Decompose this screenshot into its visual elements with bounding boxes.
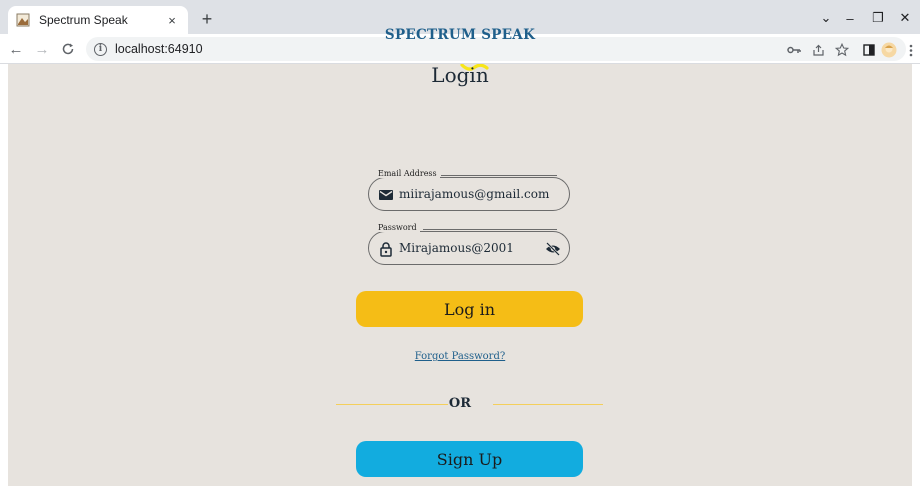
bookmark-star-icon[interactable] bbox=[834, 42, 850, 58]
email-label: Email Address bbox=[375, 169, 440, 178]
url-text: localhost:64910 bbox=[115, 42, 203, 56]
login-button[interactable]: Log in bbox=[356, 291, 583, 327]
share-icon[interactable] bbox=[810, 42, 826, 58]
close-window-button[interactable]: ✕ bbox=[895, 8, 915, 28]
email-label-line bbox=[441, 175, 557, 176]
forgot-password-link[interactable]: Forgot Password? bbox=[0, 351, 920, 362]
brand-name: SPECTRUM SPEAK bbox=[384, 27, 536, 43]
key-icon[interactable] bbox=[786, 42, 802, 58]
lock-icon bbox=[380, 242, 392, 257]
email-input[interactable]: miirajamous@gmail.com bbox=[399, 187, 549, 201]
login-page bbox=[8, 64, 912, 486]
menu-icon[interactable] bbox=[903, 42, 919, 58]
minimize-button[interactable]: – bbox=[840, 8, 860, 28]
side-panel-icon[interactable] bbox=[861, 42, 877, 58]
tab-search-chevron-icon[interactable]: ⌄ bbox=[816, 8, 836, 28]
tab-close-icon[interactable]: × bbox=[164, 13, 180, 28]
signup-button[interactable]: Sign Up bbox=[356, 441, 583, 477]
mail-icon bbox=[379, 190, 393, 200]
site-info-icon[interactable]: i bbox=[94, 42, 107, 56]
favicon-icon bbox=[16, 13, 30, 27]
reload-icon bbox=[62, 43, 74, 55]
profile-avatar[interactable] bbox=[881, 42, 897, 58]
password-label: Password bbox=[375, 223, 420, 232]
password-input[interactable]: Mirajamous@2001 bbox=[399, 241, 514, 255]
divider-or-text: OR bbox=[448, 396, 472, 411]
restore-button[interactable]: ❐ bbox=[868, 8, 888, 28]
email-field[interactable]: Email Address miirajamous@gmail.com bbox=[368, 169, 570, 211]
visibility-off-icon[interactable] bbox=[545, 241, 561, 257]
password-field[interactable]: Password Mirajamous@2001 bbox=[368, 223, 570, 265]
tab-title: Spectrum Speak bbox=[39, 13, 128, 27]
password-label-line bbox=[423, 229, 557, 230]
page-title: Login bbox=[431, 63, 489, 87]
